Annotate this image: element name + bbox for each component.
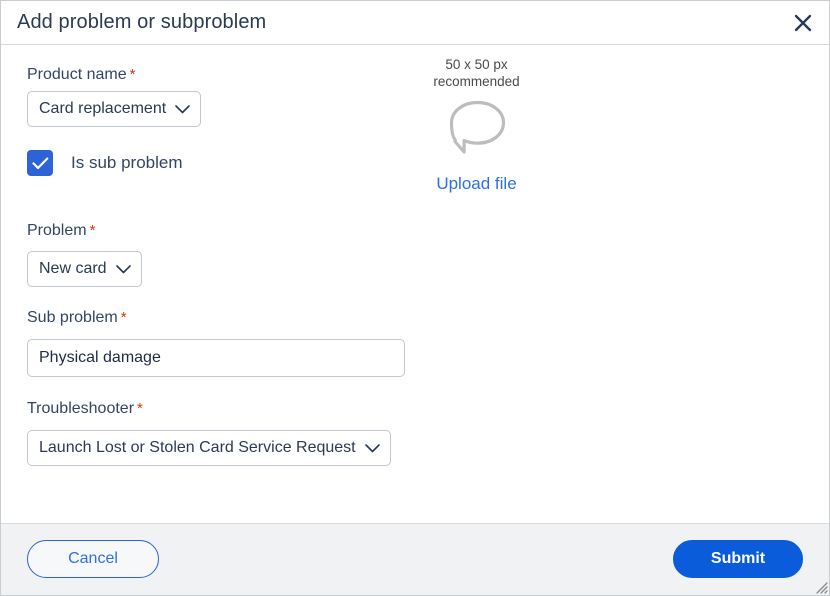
troubleshooter-value: Launch Lost or Stolen Card Service Reque…	[39, 439, 356, 456]
dialog-body: Product name * Card replacement Is sub pr…	[1, 46, 829, 523]
check-icon	[31, 157, 48, 169]
avatar	[389, 98, 564, 158]
resize-grip-icon[interactable]	[812, 578, 828, 594]
problem-label: Problem *	[27, 222, 95, 240]
page-title: Add problem or subproblem	[17, 11, 267, 33]
problem-value: New card	[39, 260, 107, 277]
is-sub-problem-checkbox[interactable]	[27, 150, 53, 176]
product-name-label: Product name *	[27, 66, 135, 84]
chevron-down-icon	[115, 264, 131, 274]
upload-panel: 50 x 50 px recommended Upload file	[389, 56, 564, 194]
sub-problem-input[interactable]	[27, 339, 405, 377]
is-sub-problem-label: Is sub problem	[71, 153, 183, 172]
problem-label-text: Problem	[27, 222, 87, 239]
submit-button[interactable]: Submit	[673, 540, 803, 578]
is-sub-problem-checkbox-row[interactable]: Is sub problem	[27, 150, 183, 176]
product-name-value: Card replacement	[39, 100, 167, 117]
product-name-select[interactable]: Card replacement	[27, 91, 202, 127]
close-icon[interactable]	[785, 5, 821, 41]
dialog-footer: Cancel Submit	[1, 523, 829, 595]
sub-problem-label: Sub problem *	[27, 309, 127, 327]
troubleshooter-label-text: Troubleshooter	[27, 400, 135, 417]
problem-select[interactable]: New card	[27, 251, 142, 287]
chevron-down-icon	[364, 443, 380, 453]
troubleshooter-select[interactable]: Launch Lost or Stolen Card Service Reque…	[27, 430, 391, 466]
add-problem-dialog: Add problem or subproblem Product name * …	[0, 0, 830, 596]
sub-problem-label-text: Sub problem	[27, 309, 118, 326]
required-asterisk: *	[89, 222, 96, 239]
upload-size-hint: 50 x 50 px recommended	[433, 57, 520, 89]
chevron-down-icon	[175, 104, 190, 114]
required-asterisk: *	[137, 400, 143, 417]
required-asterisk: *	[120, 309, 127, 326]
troubleshooter-label: Troubleshooter *	[27, 400, 143, 418]
required-asterisk: *	[129, 66, 136, 83]
product-name-label-text: Product name	[27, 66, 127, 83]
cancel-button[interactable]: Cancel	[27, 540, 159, 578]
dialog-header: Add problem or subproblem	[1, 1, 829, 45]
speech-bubble-icon	[449, 100, 505, 154]
upload-file-link[interactable]: Upload file	[436, 174, 516, 194]
